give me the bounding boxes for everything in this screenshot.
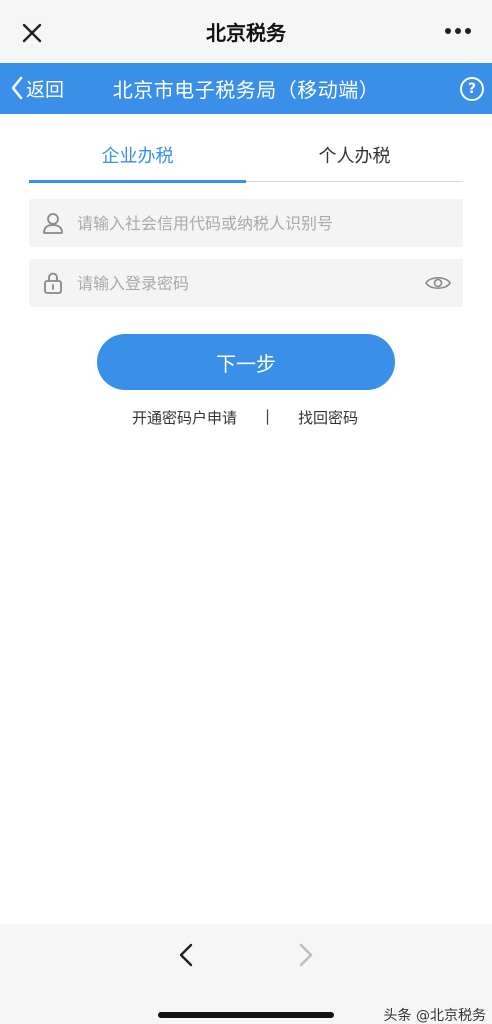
- help-label: ?: [467, 81, 477, 97]
- recover-password-link[interactable]: 找回密码: [298, 407, 358, 428]
- tab-enterprise[interactable]: 企业办税: [29, 138, 246, 183]
- password-field: [29, 259, 463, 307]
- nav-back-icon[interactable]: [176, 941, 196, 969]
- watermark: 头条 @北京税务: [383, 1008, 486, 1024]
- lock-icon: [44, 272, 62, 294]
- next-step-button[interactable]: 下一步: [97, 334, 395, 390]
- nav-forward-icon[interactable]: [296, 941, 316, 969]
- page-title: 北京市电子税务局（移动端）: [112, 78, 380, 102]
- more-dots-icon[interactable]: [444, 26, 472, 36]
- close-icon[interactable]: [20, 21, 44, 45]
- password-input[interactable]: [77, 273, 425, 293]
- chevron-left-icon: [11, 76, 23, 100]
- account-field: [29, 199, 463, 247]
- top-bar: 北京税务: [0, 0, 492, 63]
- help-icon[interactable]: ?: [460, 77, 484, 101]
- account-input[interactable]: [77, 213, 463, 233]
- tab-personal[interactable]: 个人办税: [246, 138, 463, 181]
- apply-password-link[interactable]: 开通密码户申请: [132, 407, 237, 428]
- link-separator: |: [265, 407, 271, 425]
- page-header: 返回 北京市电子税务局（移动端） ?: [0, 63, 492, 114]
- back-label: 返回: [26, 78, 65, 101]
- user-icon: [43, 213, 63, 234]
- bottom-nav-bar: 头条 @北京税务: [0, 924, 492, 1024]
- eye-icon[interactable]: [425, 274, 451, 292]
- app-title: 北京税务: [206, 21, 286, 45]
- auxiliary-links: 开通密码户申请 | 找回密码: [0, 405, 492, 429]
- home-indicator: [158, 1012, 334, 1018]
- back-button[interactable]: 返回: [10, 75, 64, 101]
- login-tabs: 企业办税 个人办税: [29, 138, 463, 183]
